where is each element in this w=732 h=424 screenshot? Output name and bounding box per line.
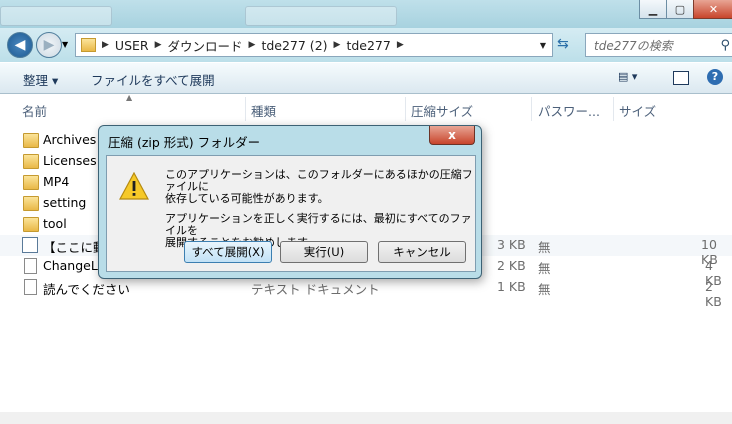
- search-placeholder: tde277の検索: [594, 38, 673, 53]
- compressed-size: 1 KB: [497, 279, 526, 294]
- warning-icon: [119, 172, 149, 200]
- breadcrumb-downloads[interactable]: ダウンロード: [168, 36, 243, 55]
- recent-pages-dropdown[interactable]: ▼: [62, 40, 68, 49]
- extract-all-dialog-button[interactable]: すべて展開(X): [184, 241, 272, 263]
- file-type: テキスト ドキュメント: [251, 282, 380, 297]
- folder-icon: [81, 38, 96, 52]
- breadcrumb-separator-icon[interactable]: ▶: [397, 40, 404, 50]
- file-name: tool: [43, 216, 67, 231]
- file-name: Licenses: [43, 153, 97, 168]
- message-line: このアプリケーションは、このフォルダーにあるほかの圧縮ファイルに: [165, 168, 473, 193]
- file-name: 読んでください: [43, 282, 130, 297]
- password-flag: 無: [538, 282, 551, 297]
- run-button[interactable]: 実行(U): [280, 241, 368, 263]
- search-input[interactable]: tde277の検索 ⚲: [585, 33, 732, 57]
- breadcrumb-separator-icon[interactable]: ▶: [249, 40, 256, 50]
- window-close-button[interactable]: ✕: [693, 0, 732, 19]
- breadcrumb-separator-icon[interactable]: ▶: [155, 40, 162, 50]
- file-name: setting: [43, 195, 87, 210]
- folder-icon: [23, 196, 39, 211]
- message-line: 依存している可能性があります。: [165, 192, 329, 205]
- breadcrumb-tde277[interactable]: tde277: [346, 38, 390, 53]
- search-icon[interactable]: ⚲: [720, 38, 730, 53]
- compressed-size: 3 KB: [497, 237, 526, 252]
- password-flag: 無: [538, 240, 551, 255]
- column-header-compressed-size[interactable]: 圧縮サイズ: [411, 101, 473, 120]
- address-bar[interactable]: ▶ USER ▶ ダウンロード ▶ tde277 (2) ▶ tde277 ▶ …: [75, 33, 553, 57]
- column-headers: ▲ 名前 種類 圧縮サイズ パスワー... サイズ: [0, 93, 732, 121]
- breadcrumb-separator-icon[interactable]: ▶: [102, 40, 109, 50]
- folder-icon: [23, 154, 39, 169]
- background-window-ghost: [0, 6, 112, 26]
- cancel-button[interactable]: キャンセル: [378, 241, 466, 263]
- breadcrumb-tde277-2[interactable]: tde277 (2): [261, 38, 327, 53]
- minimize-button[interactable]: ▁: [639, 0, 667, 19]
- window-titlebar: ▁ ▢ ✕: [0, 0, 732, 28]
- compressed-folder-dialog: 圧縮 (zip 形式) フォルダー x このアプリケーションは、このフォルダーに…: [98, 125, 482, 279]
- background-window-ghost: [245, 6, 397, 26]
- forward-button[interactable]: ▶: [36, 32, 62, 58]
- dialog-close-button[interactable]: x: [429, 126, 475, 145]
- dialog-body: このアプリケーションは、このフォルダーにあるほかの圧縮ファイルに 依存している可…: [106, 155, 476, 272]
- help-icon[interactable]: ?: [707, 69, 723, 85]
- compressed-size: 2 KB: [497, 258, 526, 273]
- maximize-button[interactable]: ▢: [666, 0, 694, 19]
- file-name: 【ここに動: [43, 240, 106, 255]
- extract-all-button[interactable]: ファイルをすべて展開: [91, 70, 215, 89]
- horizontal-scrollbar[interactable]: [0, 412, 732, 424]
- file-name: Archives: [43, 132, 97, 147]
- breadcrumb-separator-icon[interactable]: ▶: [334, 40, 341, 50]
- column-header-name[interactable]: 名前: [22, 101, 47, 120]
- dialog-message: このアプリケーションは、このフォルダーにあるほかの圧縮ファイルに 依存している可…: [165, 169, 475, 249]
- column-header-type[interactable]: 種類: [251, 101, 276, 120]
- address-dropdown-icon[interactable]: ▼: [540, 41, 546, 50]
- folder-icon: [23, 175, 39, 190]
- folder-icon: [23, 133, 39, 148]
- sort-ascending-icon: ▲: [126, 93, 133, 102]
- file-icon: [24, 258, 37, 274]
- back-button[interactable]: ◀: [7, 32, 33, 58]
- column-header-password[interactable]: パスワー...: [538, 101, 600, 120]
- address-row: ◀ ▶ ▼ ▶ USER ▶ ダウンロード ▶ tde277 (2) ▶ tde…: [0, 28, 732, 62]
- message-line: アプリケーションを正しく実行するには、最初にすべてのファイルを: [165, 212, 472, 237]
- view-options-icon[interactable]: ▤ ▾: [618, 70, 637, 83]
- file-name: MP4: [43, 174, 70, 189]
- command-bar: 整理 ▾ ファイルをすべて展開 ▤ ▾ ?: [0, 63, 732, 94]
- refresh-icon[interactable]: ⇆: [557, 36, 569, 52]
- file-size: 2 KB: [705, 279, 722, 309]
- password-flag: 無: [538, 261, 551, 276]
- folder-icon: [23, 217, 39, 232]
- shortcut-file-icon: [22, 237, 38, 253]
- breadcrumb-user[interactable]: USER: [115, 38, 149, 53]
- file-name: ChangeLo: [43, 258, 106, 273]
- column-header-size[interactable]: サイズ: [619, 101, 656, 120]
- text-file-icon: [24, 279, 37, 295]
- dialog-title: 圧縮 (zip 形式) フォルダー: [108, 135, 261, 150]
- list-item[interactable]: 読んでください テキスト ドキュメント 1 KB 無 2 KB: [0, 277, 732, 309]
- preview-pane-icon[interactable]: [673, 71, 689, 85]
- organize-menu-button[interactable]: 整理 ▾: [23, 70, 58, 89]
